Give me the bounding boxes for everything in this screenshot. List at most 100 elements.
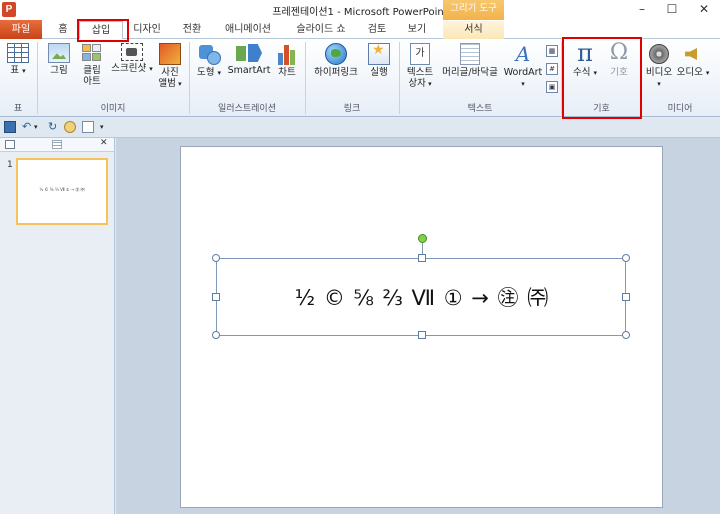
action-label: 실행 [370, 67, 388, 78]
object-icon[interactable]: ▣ [546, 81, 558, 93]
album-label-line1: 사진 [161, 67, 179, 78]
textbox-symbols-text[interactable]: ½ © ⅝ ⅔ Ⅶ ① → ㊟ ㈜ [217, 259, 627, 337]
hyperlink-button[interactable]: 하이퍼링크 [309, 43, 363, 78]
wordart-icon: A [515, 42, 531, 66]
table-button-label: 표 [10, 65, 20, 76]
wordart-label: WordArt [503, 67, 543, 78]
tab-format[interactable]: 서식 [443, 21, 504, 39]
resize-handle-right[interactable] [622, 293, 630, 301]
wordart-button[interactable]: A WordArt [503, 43, 543, 90]
redo-icon[interactable]: ↻ [48, 121, 60, 133]
album-label-line2: 앨범 [158, 78, 181, 89]
resize-handle-top-left[interactable] [212, 254, 220, 262]
group-label-text: 텍스트 [467, 104, 493, 114]
slides-tab-icon[interactable] [5, 140, 15, 149]
resize-handle-top[interactable] [418, 254, 426, 262]
slide-thumbnail-content: ½ © ⅝ ⅔ Ⅶ ① → ㊟ ㈜ [19, 161, 105, 222]
slide-editing-area: ½ © ⅝ ⅔ Ⅶ ① → ㊟ ㈜ [116, 138, 720, 514]
header-footer-icon [460, 43, 480, 65]
selected-textbox[interactable]: ½ © ⅝ ⅔ Ⅶ ① → ㊟ ㈜ [212, 234, 630, 339]
group-label-links: 링크 [343, 104, 361, 114]
resize-handle-bottom[interactable] [418, 331, 426, 339]
close-button[interactable]: ✕ [689, 1, 719, 19]
video-label: 비디오 [645, 67, 673, 78]
shapes-icon [198, 43, 221, 65]
header-footer-label: 머리글/바닥글 [442, 67, 498, 78]
video-film-icon [648, 43, 670, 65]
group-label-table: 표 [13, 104, 23, 114]
panel-header: ✕ [0, 138, 114, 152]
clipart-label-line2: 아트 [83, 76, 101, 87]
clipart-label-line1: 클립 [83, 65, 101, 76]
tab-animations[interactable]: 애니메이션 [218, 21, 278, 39]
table-button[interactable]: 표 [3, 43, 33, 77]
tab-transitions[interactable]: 전환 [178, 21, 206, 39]
smartart-icon [234, 43, 264, 63]
globe-icon [325, 43, 347, 65]
undo-dropdown-icon[interactable]: ▾ [34, 121, 46, 133]
textbox-icon: 가 [410, 43, 430, 65]
table-icon [7, 43, 29, 63]
shapes-label: 도형 [196, 67, 215, 78]
video-button[interactable]: 비디오 [643, 43, 675, 90]
outline-tab-icon[interactable] [52, 140, 62, 149]
photo-album-icon [159, 43, 181, 65]
shapes-button[interactable]: 도형 [194, 43, 224, 79]
resize-handle-bottom-right[interactable] [622, 331, 630, 339]
title-bar: P 프레젠테이션1 - Microsoft PowerPoint 그리기 도구 … [0, 0, 720, 20]
maximize-button[interactable]: ☐ [657, 1, 687, 19]
slideshow-start-icon[interactable] [64, 121, 76, 133]
slide-thumbnail-number: 1 [7, 160, 13, 170]
clipart-icon [81, 43, 103, 63]
resize-handle-top-right[interactable] [622, 254, 630, 262]
tab-file[interactable]: 파일 [0, 20, 42, 39]
contextual-tab-group-drawing-tools: 그리기 도구 [443, 0, 504, 20]
slide[interactable]: ½ © ⅝ ⅔ Ⅶ ① → ㊟ ㈜ [180, 146, 663, 508]
tab-review[interactable]: 검토 [363, 21, 391, 39]
slide-number-icon[interactable]: # [546, 63, 558, 75]
group-label-illustrations: 일러스트레이션 [218, 104, 276, 114]
resize-handle-left[interactable] [212, 293, 220, 301]
picture-icon [48, 43, 70, 63]
quick-access-toolbar: ↶ ▾ ↻ ▾ [0, 118, 720, 138]
picture-button-label: 그림 [50, 65, 68, 76]
picture-button[interactable]: 그림 [44, 43, 74, 76]
screenshot-label: 스크린샷 [111, 63, 147, 74]
tab-slideshow[interactable]: 슬라이드 쇼 [290, 21, 352, 39]
screenshot-button[interactable]: 스크린샷 [110, 43, 154, 75]
resize-handle-bottom-left[interactable] [212, 331, 220, 339]
save-icon[interactable] [4, 121, 16, 133]
panel-close-icon[interactable]: ✕ [100, 138, 108, 148]
highlight-insert-tab [77, 19, 129, 42]
photo-album-button[interactable]: 사진 앨범 [155, 43, 185, 90]
rotation-handle[interactable] [418, 234, 427, 243]
chart-icon [276, 43, 298, 65]
group-label-images: 이미지 [100, 104, 126, 114]
tab-design[interactable]: 디자인 [128, 21, 166, 39]
hyperlink-label: 하이퍼링크 [314, 67, 358, 78]
action-button[interactable]: 실행 [365, 43, 393, 78]
chart-button[interactable]: 차트 [273, 43, 301, 78]
customize-icon[interactable] [82, 121, 94, 133]
audio-button[interactable]: 오디오 [676, 43, 710, 79]
tab-view[interactable]: 보기 [403, 21, 431, 39]
smartart-button[interactable]: SmartArt [227, 43, 271, 76]
chart-label: 차트 [278, 67, 296, 78]
window-title: 프레젠테이션1 - Microsoft PowerPoint [272, 7, 448, 18]
textbox-label-line1: 텍스트 [406, 67, 434, 78]
clipart-button[interactable]: 클립 아트 [77, 43, 107, 87]
minimize-button[interactable]: – [627, 1, 657, 19]
undo-icon[interactable]: ↶ [22, 121, 34, 133]
header-footer-button[interactable]: 머리글/바닥글 [438, 43, 502, 78]
qat-dropdown-icon[interactable]: ▾ [100, 121, 112, 133]
tab-home[interactable]: 홈 [50, 21, 76, 39]
slide-thumbnail[interactable]: ½ © ⅝ ⅔ Ⅶ ① → ㊟ ㈜ [16, 158, 108, 225]
highlight-symbols-group [562, 37, 642, 119]
textbox-button[interactable]: 가 텍스트 상자 [403, 43, 437, 90]
textbox-label-line2: 상자 [408, 78, 431, 89]
date-time-icon[interactable]: ▦ [546, 45, 558, 57]
screenshot-icon [121, 43, 143, 61]
action-star-icon [368, 43, 390, 65]
group-label-media: 미디어 [667, 104, 693, 114]
speaker-icon [682, 43, 704, 65]
